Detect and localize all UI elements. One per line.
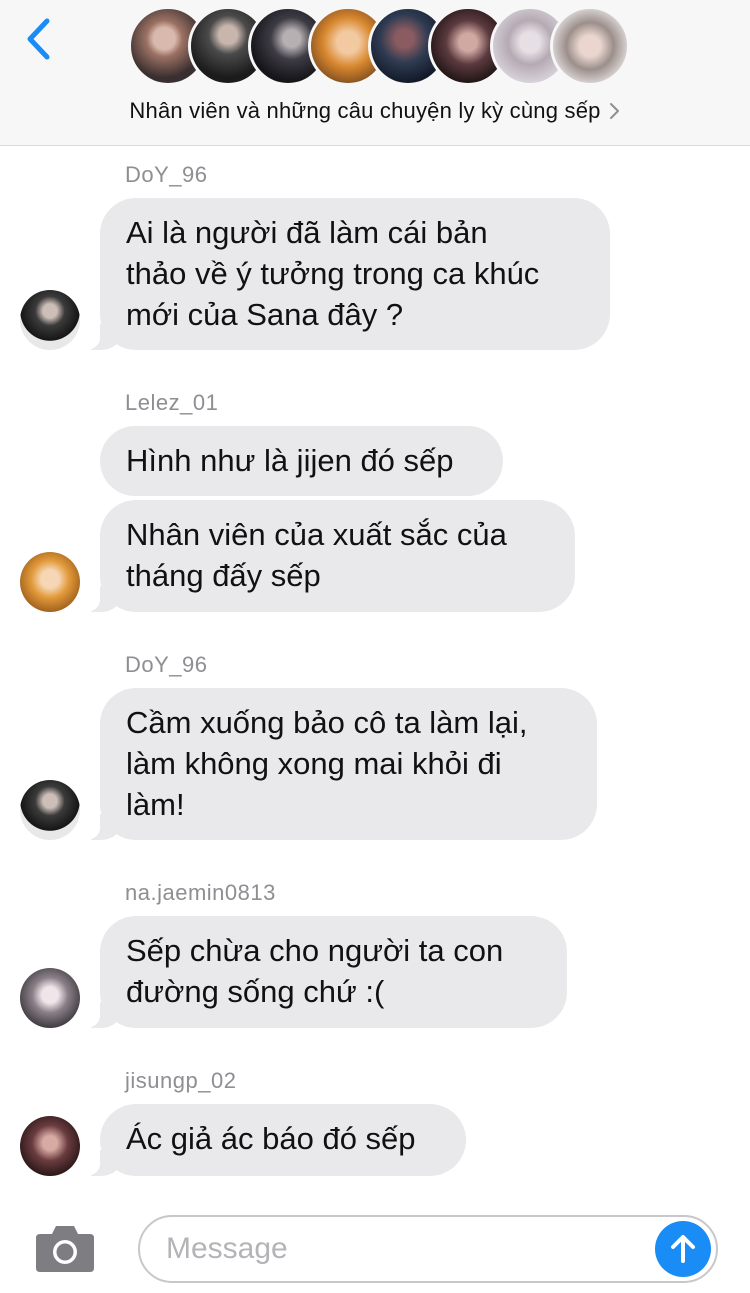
sender-name: jisungp_02 <box>125 1068 237 1093</box>
message-composer <box>0 1200 750 1293</box>
chevron-left-icon <box>27 18 50 60</box>
message-bubble[interactable]: Hình như là jijen đó sếp <box>100 426 503 496</box>
message-list[interactable]: DoY_96 Ai là người đã làm cái bản thảo v… <box>0 146 750 1200</box>
message-text: Ai là người đã làm cái bản thảo về ý tưở… <box>126 215 540 332</box>
chat-screen: Nhân viên và những câu chuyện ly kỳ cùng… <box>0 0 750 1293</box>
message-bubble[interactable]: Cầm xuống bảo cô ta làm lại, làm không x… <box>74 688 597 840</box>
message-bubble[interactable]: Ác giả ác báo đó sếp <box>74 1104 466 1176</box>
arrow-up-icon <box>671 1235 695 1263</box>
sender-name: DoY_96 <box>125 162 208 187</box>
message-text: Cầm xuống bảo cô ta làm lại, làm không x… <box>126 705 528 822</box>
camera-button[interactable] <box>34 1222 96 1274</box>
sender-name: na.jaemin0813 <box>125 880 276 905</box>
message-input[interactable] <box>166 1217 646 1281</box>
chat-header: Nhân viên và những câu chuyện ly kỳ cùng… <box>0 0 750 146</box>
group-title-link[interactable]: Nhân viên và những câu chuyện ly kỳ cùng… <box>0 94 750 128</box>
message-text: Sếp chừa cho người ta con đường sống chứ… <box>126 933 504 1009</box>
sender-name: Lelez_01 <box>125 390 219 415</box>
message-text: Hình như là jijen đó sếp <box>126 443 454 478</box>
avatar[interactable] <box>20 552 80 612</box>
message-bubble[interactable]: Sếp chừa cho người ta con đường sống chứ… <box>74 916 567 1028</box>
back-button[interactable] <box>20 14 60 64</box>
message-bubble[interactable]: Ai là người đã làm cái bản thảo về ý tưở… <box>74 198 610 350</box>
avatar[interactable] <box>20 780 80 840</box>
avatar <box>550 6 630 86</box>
group-avatars[interactable] <box>128 6 630 86</box>
send-button[interactable] <box>655 1221 711 1277</box>
group-name: Nhân viên và những câu chuyện ly kỳ cùng… <box>129 98 601 123</box>
message-bubble[interactable]: Nhân viên của xuất sắc của tháng đấy sếp <box>74 500 575 612</box>
avatar[interactable] <box>20 968 80 1028</box>
message-text: Ác giả ác báo đó sếp <box>126 1121 416 1156</box>
sender-name: DoY_96 <box>125 652 208 677</box>
camera-icon <box>36 1226 94 1272</box>
message-text: Nhân viên của xuất sắc của tháng đấy sếp <box>126 517 507 593</box>
avatar[interactable] <box>20 290 80 350</box>
chevron-right-icon <box>609 103 619 119</box>
message-field <box>138 1215 718 1283</box>
avatar[interactable] <box>20 1116 80 1176</box>
